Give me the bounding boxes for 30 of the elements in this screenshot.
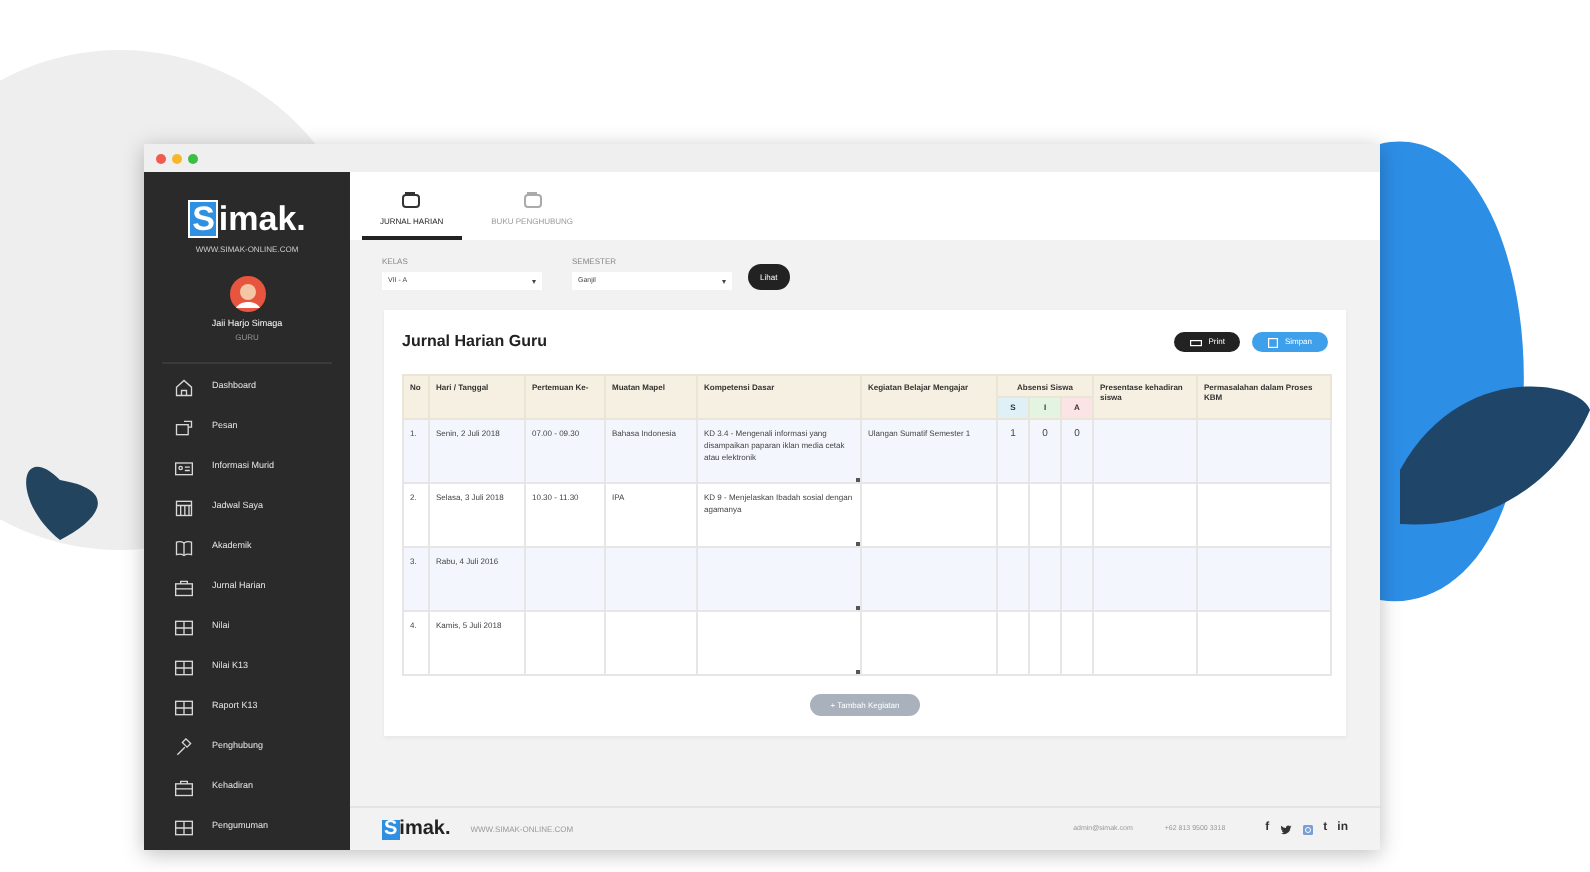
- avatar-icon: [229, 276, 265, 312]
- simak-logo: Simak.: [188, 200, 306, 238]
- table-cell: [1093, 611, 1197, 675]
- table-cell: [997, 611, 1029, 675]
- table-cell: [1061, 611, 1093, 675]
- gavel-icon: [174, 737, 194, 758]
- caret-icon: [722, 279, 726, 283]
- id-icon: [174, 457, 194, 478]
- table-cell: [1197, 611, 1331, 675]
- table-cell: [525, 611, 605, 675]
- bird-icon[interactable]: [1279, 823, 1292, 835]
- folder-icon: [523, 192, 542, 208]
- card-title: Jurnal Harian Guru: [402, 330, 547, 354]
- leaf-shape: [26, 466, 98, 540]
- camera-icon[interactable]: [1301, 823, 1314, 835]
- caret-icon: [532, 279, 536, 283]
- briefcase-icon: [174, 777, 194, 798]
- resize-handle-icon[interactable]: [856, 670, 860, 674]
- briefcase-icon: [174, 577, 194, 598]
- home-icon: [174, 377, 194, 398]
- text-area[interactable]: [861, 611, 997, 675]
- table-cell: [1029, 611, 1061, 675]
- printer-icon: [1190, 337, 1203, 347]
- save-icon: [1268, 337, 1279, 347]
- text-area[interactable]: [697, 611, 861, 675]
- simak-logo: Simak.: [382, 819, 451, 839]
- folder-icon: [402, 192, 421, 208]
- table-cell: [605, 611, 697, 675]
- book-icon: [174, 537, 194, 558]
- calendar-icon: [174, 497, 194, 518]
